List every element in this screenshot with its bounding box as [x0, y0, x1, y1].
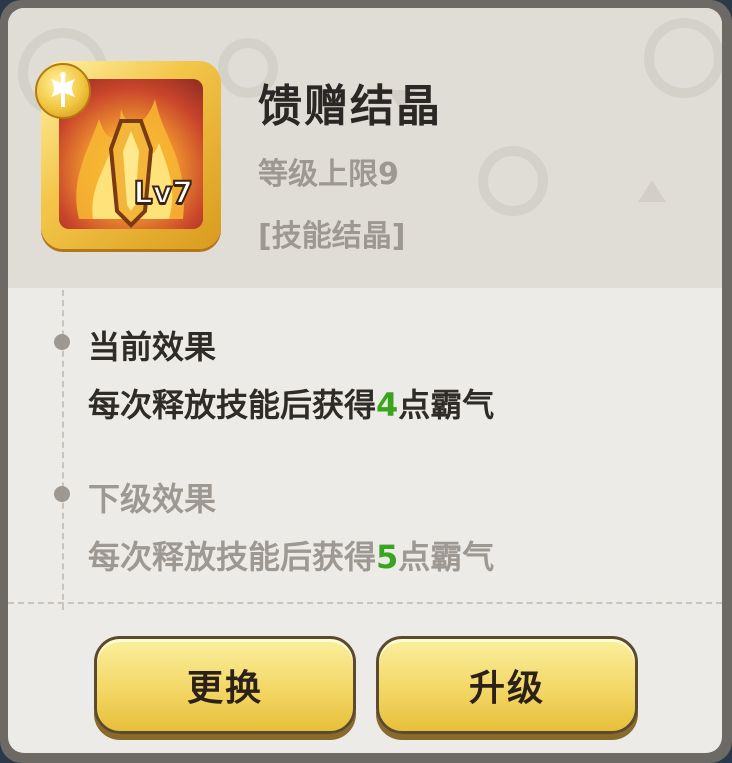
current-effect-desc: 每次释放技能后获得4点霸气 — [88, 380, 494, 426]
current-effect-text: 每次释放技能后获得 — [88, 386, 377, 424]
swirl-decoration — [478, 146, 548, 216]
current-effect-title: 当前效果 — [88, 328, 217, 366]
item-header: Lv7 馈赠结晶 等级上限9 [技能结晶] — [8, 8, 722, 288]
bullet-dot — [54, 334, 70, 350]
axe-icon — [35, 63, 91, 119]
skill-crystal-icon[interactable]: Lv7 — [35, 61, 221, 249]
next-effect-desc: 每次释放技能后获得5点霸气 — [88, 532, 494, 578]
item-name: 馈赠结晶 — [258, 81, 442, 132]
upgrade-button[interactable]: 升级 — [376, 636, 638, 734]
panel-body: Lv7 馈赠结晶 等级上限9 [技能结晶] 当前效果 每次释放技能后获得4点霸气 — [8, 8, 722, 753]
next-effect-unit: 点霸气 — [398, 538, 495, 576]
current-effect-value: 4 — [376, 386, 399, 424]
level-badge: Lv7 — [132, 175, 194, 212]
current-effect-unit: 点霸气 — [398, 386, 495, 424]
next-effect-title: 下级效果 — [88, 480, 217, 518]
level-cap-text: 等级上限9 — [258, 157, 399, 192]
swap-button[interactable]: 更换 — [94, 636, 356, 734]
triangle-decoration — [638, 180, 666, 202]
item-type-label: [技能结晶] — [258, 219, 406, 254]
section-divider — [8, 602, 722, 604]
swirl-decoration — [644, 18, 722, 98]
item-detail-panel: Lv7 馈赠结晶 等级上限9 [技能结晶] 当前效果 每次释放技能后获得4点霸气 — [0, 0, 732, 763]
bullet-dot — [54, 486, 70, 502]
next-effect-value: 5 — [376, 538, 399, 576]
next-effect-text: 每次释放技能后获得 — [88, 538, 377, 576]
